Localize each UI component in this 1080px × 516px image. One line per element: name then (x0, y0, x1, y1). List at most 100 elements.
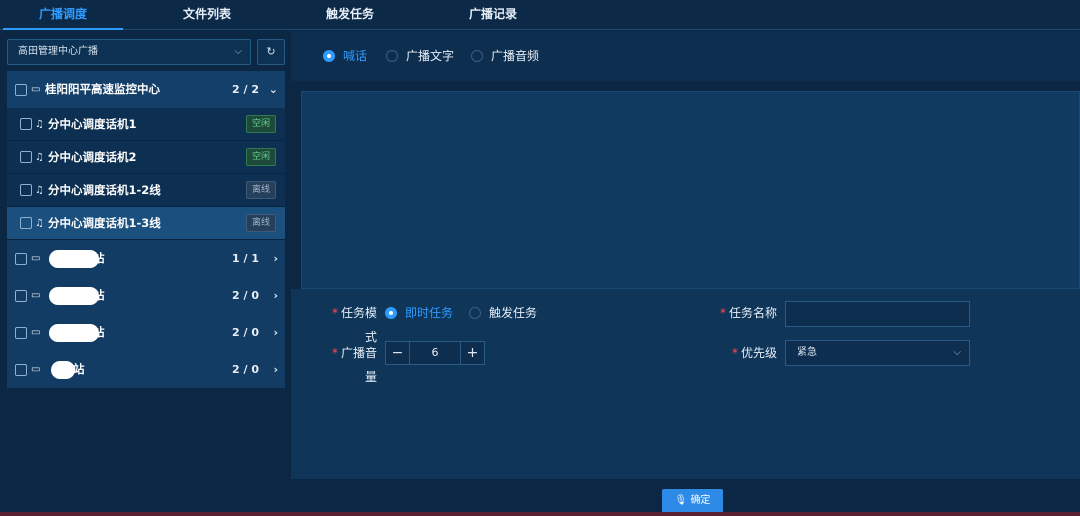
redacted-mask (49, 249, 99, 268)
mode-shout-radio[interactable]: 喊话 (323, 48, 367, 64)
tab-broadcast-record[interactable]: 广播记录 (433, 0, 553, 30)
site-count: 2 / 0 (232, 326, 259, 339)
group-checkbox[interactable] (15, 83, 27, 96)
chevron-right-icon[interactable]: › (273, 314, 278, 351)
priority-label: * 优先级 (731, 346, 777, 360)
left-panel: 高田管理中心广播 ⌵ ↻ ▭ 桂阳阳平高速监控中心 2 / 2 ⌄ ♫ 分中心调… (0, 31, 290, 516)
volume-label: * 广播音量 (331, 346, 377, 384)
area-select-row: 高田管理中心广播 ⌵ ↻ (7, 39, 285, 65)
site-checkbox[interactable] (15, 289, 27, 302)
tab-file-list[interactable]: 文件列表 (147, 0, 267, 30)
group-count: 2 / 2 (232, 83, 259, 96)
mode-label: 喊话 (343, 49, 368, 63)
device-checkbox[interactable] (20, 151, 32, 163)
folder-icon: ▭ (31, 253, 41, 264)
task-name-input[interactable] (785, 301, 970, 327)
tree-site-row[interactable]: ▭ 站 2 / 0 › (7, 351, 285, 388)
volume-decrease-button[interactable]: − (386, 342, 410, 364)
headset-icon: ♫ (35, 218, 44, 229)
device-label: 分中心调度话机1-2线 (48, 183, 161, 197)
status-badge: 空闲 (245, 115, 276, 133)
folder-icon: ▭ (31, 290, 41, 301)
volume-value[interactable]: 6 (410, 342, 460, 364)
tab-broadcast-dispatch[interactable]: 广播调度 (3, 0, 123, 30)
radio-checked-icon (323, 50, 335, 62)
radio-checked-icon (385, 307, 397, 319)
device-checkbox[interactable] (20, 184, 32, 196)
task-mode-trigger-radio[interactable]: 触发任务 (469, 305, 537, 321)
mode-text-radio[interactable]: 广播文字 (386, 48, 454, 64)
mode-audio-radio[interactable]: 广播音频 (471, 48, 539, 64)
priority-value: 紧急 (797, 347, 817, 358)
task-mode-option-label: 即时任务 (405, 306, 454, 320)
chevron-down-icon: ⌵ (953, 347, 961, 358)
tree-site-row[interactable]: ▭ 站 1 / 1 › (7, 240, 285, 277)
mode-label: 广播文字 (406, 49, 455, 63)
device-label: 分中心调度话机2 (48, 150, 137, 164)
mode-label: 广播音频 (491, 49, 540, 63)
site-checkbox[interactable] (15, 363, 27, 376)
device-checkbox[interactable] (20, 118, 32, 130)
status-badge: 离线 (245, 181, 276, 199)
footer-bar: 🎙 确定 (291, 479, 1080, 516)
site-checkbox[interactable] (15, 326, 27, 339)
area-select-value: 高田管理中心广播 (18, 46, 98, 57)
area-select[interactable]: 高田管理中心广播 ⌵ (7, 39, 251, 65)
folder-icon: ▭ (31, 327, 41, 338)
folder-icon: ▭ (31, 364, 41, 375)
device-row-selected[interactable]: ♫ 分中心调度话机1-3线 离线 (7, 207, 285, 240)
device-tree: ▭ 桂阳阳平高速监控中心 2 / 2 ⌄ ♫ 分中心调度话机1 空闲 ♫ 分中心… (7, 71, 285, 388)
site-label: 站 (73, 362, 85, 376)
site-label: 站 (93, 288, 105, 302)
device-label: 分中心调度话机1-3线 (48, 216, 161, 230)
device-row[interactable]: ♫ 分中心调度话机1-2线 离线 (7, 174, 285, 207)
confirm-label: 确定 (690, 495, 711, 506)
task-mode-option-label: 触发任务 (489, 306, 538, 320)
tab-trigger-task[interactable]: 触发任务 (290, 0, 410, 30)
chevron-right-icon[interactable]: › (273, 277, 278, 314)
microphone-icon: 🎙 (674, 495, 688, 506)
site-count: 2 / 0 (232, 363, 259, 376)
device-label: 分中心调度话机1 (48, 117, 137, 131)
headset-icon: ♫ (35, 185, 44, 196)
refresh-icon: ↻ (266, 45, 276, 58)
redacted-mask (49, 286, 99, 305)
chevron-right-icon[interactable]: › (273, 240, 278, 277)
chevron-right-icon[interactable]: › (273, 351, 278, 388)
chevron-down-icon: ⌵ (234, 46, 242, 57)
tab-bar: 广播调度 文件列表 触发任务 广播记录 (0, 0, 1080, 30)
chevron-down-icon[interactable]: ⌄ (269, 71, 278, 108)
status-badge: 离线 (245, 214, 276, 232)
tree-group-row[interactable]: ▭ 桂阳阳平高速监控中心 2 / 2 ⌄ (7, 71, 285, 108)
site-checkbox[interactable] (15, 252, 27, 265)
volume-stepper: − 6 + (385, 341, 485, 365)
tree-site-row[interactable]: ▭ 站 2 / 0 › (7, 277, 285, 314)
tree-site-row[interactable]: ▭ 站 2 / 0 › (7, 314, 285, 351)
device-row[interactable]: ♫ 分中心调度话机2 空闲 (7, 141, 285, 174)
broadcast-mode-bar: 喊话 广播文字 广播音频 (291, 31, 1080, 81)
status-badge: 空闲 (245, 148, 276, 166)
site-count: 1 / 1 (232, 252, 259, 265)
refresh-button[interactable]: ↻ (257, 39, 285, 65)
headset-icon: ♫ (35, 152, 44, 163)
bottom-edge (0, 512, 1080, 516)
right-panel: 喊话 广播文字 广播音频 * 任务模式 即时任务 触发任务 * 任务名称 * 广播音量… (291, 31, 1080, 516)
radio-icon (386, 50, 398, 62)
broadcast-content-area[interactable] (301, 91, 1080, 289)
task-name-label: * 任务名称 (719, 306, 777, 320)
site-label: 站 (93, 251, 105, 265)
task-form: * 任务模式 即时任务 触发任务 * 任务名称 * 广播音量 − 6 + * 优先级 紧… (291, 289, 1080, 479)
device-row[interactable]: ♫ 分中心调度话机1 空闲 (7, 108, 285, 141)
group-label: 桂阳阳平高速监控中心 (45, 82, 160, 96)
radio-icon (469, 307, 481, 319)
task-mode-label: * 任务模式 (331, 306, 377, 344)
redacted-mask (51, 360, 75, 379)
radio-icon (471, 50, 483, 62)
device-checkbox[interactable] (20, 217, 32, 229)
task-mode-instant-radio[interactable]: 即时任务 (385, 305, 453, 321)
priority-select[interactable]: 紧急 ⌵ (785, 340, 970, 366)
volume-increase-button[interactable]: + (460, 342, 484, 364)
folder-icon: ▭ (31, 84, 41, 95)
confirm-button[interactable]: 🎙 确定 (662, 489, 723, 513)
redacted-mask (49, 323, 99, 342)
